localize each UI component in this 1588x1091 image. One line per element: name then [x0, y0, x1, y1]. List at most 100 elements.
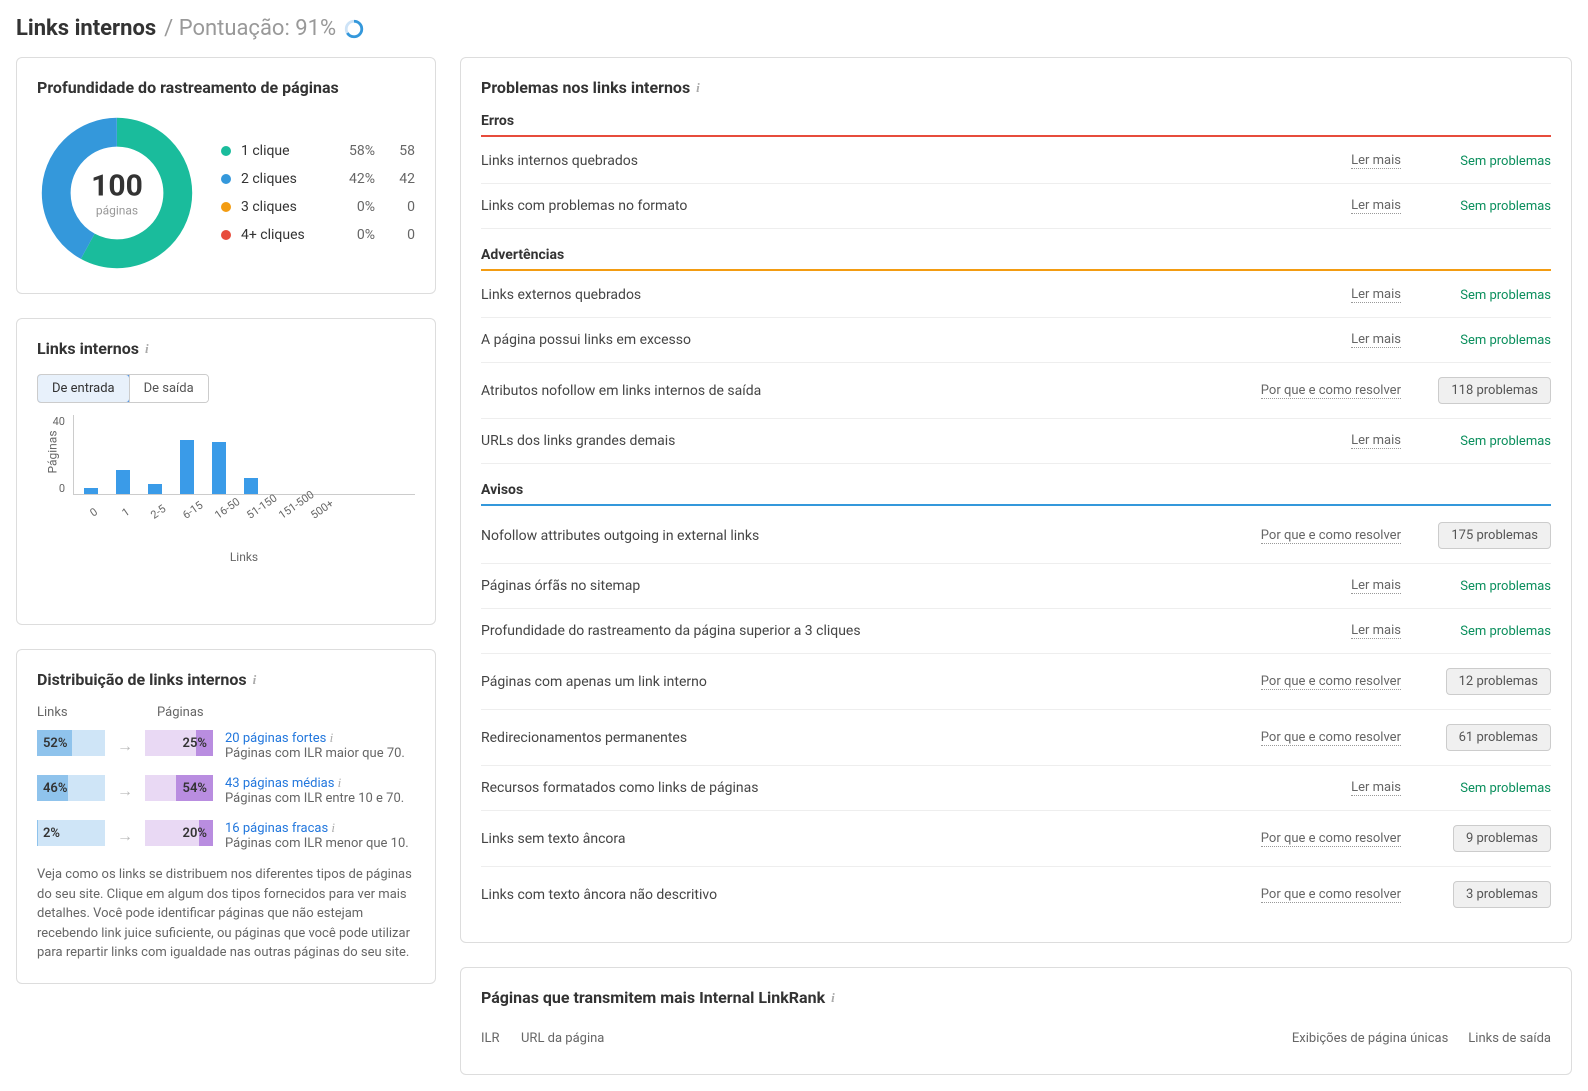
legend-percent: 42% [325, 171, 375, 187]
distribution-desc: Páginas com ILR entre 10 e 70. [225, 791, 404, 806]
distribution-footer-text: Veja como os links se distribuem nos dif… [37, 865, 415, 963]
bar-x-tick: 2-5 [148, 503, 167, 522]
problem-count-button[interactable]: 9 problemas [1453, 825, 1551, 852]
dist-col-pages: Páginas [157, 705, 249, 720]
links-pct-bar: 52% [37, 730, 105, 756]
bar[interactable] [116, 470, 130, 494]
legend-count: 58 [375, 143, 415, 159]
problem-action-link[interactable]: Ler mais [1351, 433, 1401, 449]
problem-action-link[interactable]: Por que e como resolver [1261, 730, 1401, 746]
section-divider [481, 135, 1551, 137]
status-ok: Sem problemas [1460, 333, 1551, 348]
legend-label: 1 clique [241, 143, 325, 159]
legend-dot-icon [221, 146, 231, 156]
info-icon[interactable]: i [331, 820, 335, 835]
pages-pct-bar: 54% [145, 775, 213, 801]
distribution-row: 46% → 54% 43 páginas médias iPáginas com IL… [37, 775, 415, 806]
ilr-table-header: ILR URL da página Exibições de página ún… [481, 1023, 1551, 1054]
bar[interactable] [148, 484, 162, 494]
problem-action-link[interactable]: Ler mais [1351, 198, 1401, 214]
bar-x-tick: 500+ [308, 503, 327, 522]
legend-dot-icon [221, 202, 231, 212]
problem-action-link[interactable]: Ler mais [1351, 153, 1401, 169]
info-icon[interactable]: i [696, 80, 700, 96]
pages-pct-bar: 20% [145, 820, 213, 846]
problem-count-button[interactable]: 61 problemas [1446, 724, 1551, 751]
problem-row: URLs dos links grandes demaisLer maisSem… [481, 419, 1551, 464]
distribution-row: 2%→20%16 páginas fracas iPáginas com ILR… [37, 820, 415, 851]
problem-section-header: Advertências [481, 247, 1551, 263]
bar[interactable] [244, 478, 258, 494]
arrow-right-icon: → [117, 781, 133, 801]
problem-count-button[interactable]: 175 problemas [1438, 522, 1551, 549]
crawl-depth-donut: 100 páginas [37, 113, 197, 273]
th-ilr: ILR [481, 1031, 521, 1046]
problem-action-link[interactable]: Ler mais [1351, 623, 1401, 639]
problem-label: URLs dos links grandes demais [481, 433, 1351, 449]
tab-incoming[interactable]: De entrada [37, 374, 130, 403]
problem-count-button[interactable]: 118 problemas [1438, 377, 1551, 404]
bar-x-tick: 6-15 [180, 503, 199, 522]
problem-label: Atributos nofollow em links internos de … [481, 383, 1261, 399]
internal-links-title: Links internos [37, 339, 139, 358]
problem-label: Links internos quebrados [481, 153, 1351, 169]
status-ok: Sem problemas [1460, 199, 1551, 214]
distribution-link[interactable]: 43 páginas médias [225, 776, 334, 791]
distribution-card: Distribuição de links internos i Links P… [16, 649, 436, 984]
problem-label: Nofollow attributes outgoing in external… [481, 528, 1261, 544]
crawl-depth-card: Profundidade do rastreamento de páginas … [16, 57, 436, 294]
tab-outgoing[interactable]: De saída [129, 375, 208, 402]
legend-row[interactable]: 2 cliques42%42 [221, 165, 415, 193]
problem-row: Nofollow attributes outgoing in external… [481, 508, 1551, 564]
legend-count: 0 [375, 227, 415, 243]
bar[interactable] [84, 488, 98, 494]
info-icon[interactable]: i [145, 341, 149, 357]
problem-action-link[interactable]: Ler mais [1351, 578, 1401, 594]
info-icon[interactable]: i [330, 730, 334, 745]
legend-row[interactable]: 3 cliques0%0 [221, 193, 415, 221]
problem-section-header: Erros [481, 113, 1551, 129]
problem-action-link[interactable]: Por que e como resolver [1261, 383, 1401, 399]
legend-row[interactable]: 4+ cliques0%0 [221, 221, 415, 249]
chart-x-label: Links [73, 550, 415, 564]
problem-action-link[interactable]: Por que e como resolver [1261, 674, 1401, 690]
donut-center-value: 100 [91, 169, 143, 204]
problem-section-header: Avisos [481, 482, 1551, 498]
links-pct-bar: 46% [37, 775, 105, 801]
problem-label: Páginas com apenas um link interno [481, 674, 1261, 690]
legend-percent: 58% [325, 143, 375, 159]
problems-card: Problemas nos links internos i ErrosLink… [460, 57, 1572, 943]
problem-action-link[interactable]: Ler mais [1351, 287, 1401, 303]
problem-count-button[interactable]: 12 problemas [1446, 668, 1551, 695]
problem-label: Profundidade do rastreamento da página s… [481, 623, 1351, 639]
problem-count-button[interactable]: 3 problemas [1453, 881, 1551, 908]
problem-action-link[interactable]: Por que e como resolver [1261, 887, 1401, 903]
problem-row: Links internos quebradosLer maisSem prob… [481, 139, 1551, 184]
problem-action-link[interactable]: Por que e como resolver [1261, 528, 1401, 544]
info-icon[interactable]: i [253, 672, 257, 688]
problem-row: Redirecionamentos permanentesPor que e c… [481, 710, 1551, 766]
legend-count: 0 [375, 199, 415, 215]
distribution-link[interactable]: 20 páginas fortes [225, 731, 326, 746]
problem-label: Links com problemas no formato [481, 198, 1351, 214]
problem-label: Páginas órfãs no sitemap [481, 578, 1351, 594]
problem-action-link[interactable]: Por que e como resolver [1261, 831, 1401, 847]
problem-label: Links externos quebrados [481, 287, 1351, 303]
legend-count: 42 [375, 171, 415, 187]
th-exit-links: Links de saída [1468, 1031, 1551, 1046]
info-icon[interactable]: i [338, 775, 342, 790]
problem-label: Redirecionamentos permanentes [481, 730, 1261, 746]
problem-action-link[interactable]: Ler mais [1351, 332, 1401, 348]
info-icon[interactable]: i [831, 990, 835, 1006]
dist-col-links: Links [37, 705, 129, 720]
distribution-row: 52%→25%20 páginas fortes iPáginas com IL… [37, 730, 415, 761]
legend-row[interactable]: 1 clique58%58 [221, 137, 415, 165]
distribution-desc: Páginas com ILR menor que 10. [225, 836, 409, 851]
bar[interactable] [180, 440, 194, 494]
problem-label: Recursos formatados como links de página… [481, 780, 1351, 796]
problem-action-link[interactable]: Ler mais [1351, 780, 1401, 796]
distribution-link[interactable]: 16 páginas fracas [225, 821, 328, 836]
bar[interactable] [212, 442, 226, 494]
distribution-desc: Páginas com ILR maior que 70. [225, 746, 405, 761]
donut-center-label: páginas [91, 204, 143, 218]
